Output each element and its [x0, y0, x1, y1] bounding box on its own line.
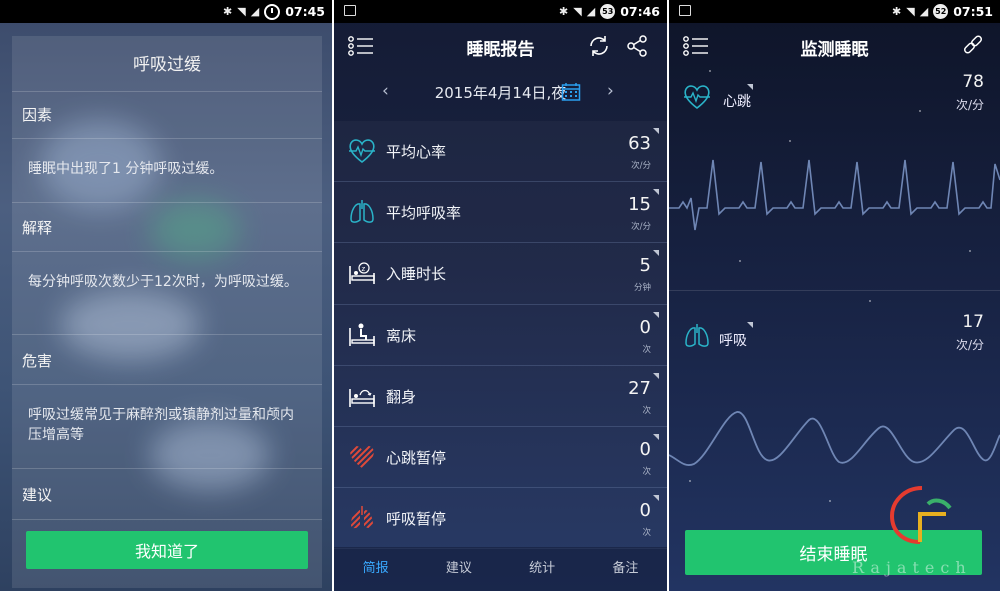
status-time: 07:51: [953, 4, 993, 19]
status-bar: ✱ ◥ ◢ 07:45: [0, 0, 332, 23]
list-item-heart-pause[interactable]: 心跳暂停 0 次: [334, 427, 667, 489]
page-title: 睡眠报告: [466, 40, 535, 60]
bottom-tabs: 简报 建议 统计 备注: [334, 547, 667, 591]
heart-unit: 次/分: [955, 98, 984, 112]
date-selector: ‹ 2015年4月14日,夜 ›: [334, 72, 667, 114]
dialog-title: 呼吸过缓: [133, 55, 201, 75]
bluetooth-icon: ✱: [223, 5, 233, 18]
image-notification-icon: [344, 5, 356, 16]
info-dialog: 呼吸过缓 因素 睡眠中出现了1 分钟呼吸过缓。 解释 每分钟呼吸次数少于12次时…: [12, 36, 322, 588]
section-body-factor: 睡眠中出现了1 分钟呼吸过缓。: [28, 161, 224, 177]
image-notification-icon: [679, 5, 691, 16]
breath-pause-icon: [351, 506, 373, 529]
calendar-icon[interactable]: [561, 82, 581, 102]
page-title: 监测睡眠: [800, 40, 869, 60]
refresh-icon[interactable]: [587, 34, 611, 58]
breath-unit: 次/分: [955, 338, 984, 352]
heartbeat-waveform: [669, 159, 1000, 231]
list-item-sleep-latency[interactable]: z 入睡时长 5 分钟: [334, 243, 667, 305]
app-bar: 睡眠报告: [334, 23, 667, 69]
tab-notes[interactable]: 备注: [584, 547, 667, 591]
battery-badge: 53: [600, 4, 616, 19]
section-heading-factor: 因素: [22, 106, 53, 124]
heart-pause-icon: [350, 445, 374, 468]
wifi-icon: ◥: [906, 5, 915, 18]
app-bar: 监测睡眠: [669, 23, 1000, 69]
heart-value: 78: [962, 72, 984, 92]
breath-value: 17: [962, 312, 984, 332]
bluetooth-icon: ✱: [559, 5, 569, 18]
list-item-breath-pause[interactable]: 呼吸暂停 0 次: [334, 488, 667, 550]
signal-icon: ◢: [919, 5, 929, 18]
section-body-explanation: 每分钟呼吸次数少于12次时，为呼吸过缓。: [28, 274, 298, 290]
lungs-icon: [685, 324, 709, 347]
tab-advice[interactable]: 建议: [417, 547, 500, 591]
sleep-report-screen: ✱ ◥ ◢ 53 07:46 睡眠报告 ‹ 2015年4月14日,夜 › 平均心…: [334, 0, 667, 591]
tab-statistics[interactable]: 统计: [501, 547, 584, 591]
signal-icon: ◢: [250, 5, 260, 18]
bluetooth-icon: ✱: [892, 5, 902, 18]
list-item-turn-over[interactable]: 翻身 27 次: [334, 366, 667, 427]
link-icon[interactable]: [962, 35, 984, 57]
battery-badge: 52: [933, 4, 949, 19]
heart-rate-icon: [684, 85, 710, 110]
wifi-icon: ◥: [573, 5, 582, 18]
leave-bed-icon: [349, 323, 375, 346]
breathing-slow-screen: ✱ ◥ ◢ 07:45 呼吸过缓 因素 睡眠中出现了1 分钟呼吸过缓。 解释 每…: [0, 0, 332, 591]
section-body-harm: 呼吸过缓常见于麻醉剂或镇静剂过量和颅内压增高等: [28, 407, 294, 443]
section-heading-harm: 危害: [22, 352, 53, 370]
status-time: 07:46: [620, 4, 660, 19]
status-time: 07:45: [285, 4, 325, 19]
signal-icon: ◢: [586, 5, 596, 18]
svg-text:z: z: [362, 265, 366, 273]
list-item-avg-heart-rate[interactable]: 平均心率 63 次/分: [334, 121, 667, 183]
report-date: 2015年4月14日,夜: [434, 84, 567, 102]
sleep-bed-icon: z: [349, 262, 375, 285]
section-heading-advice: 建议: [22, 486, 53, 504]
list-item-avg-breath-rate[interactable]: 平均呼吸率 15 次/分: [334, 182, 667, 244]
got-it-button[interactable]: 我知道了: [26, 531, 308, 569]
heart-label: 心跳: [723, 94, 751, 110]
status-bar: ✱ ◥ ◢ 52 07:51: [669, 0, 1000, 23]
breath-label: 呼吸: [719, 333, 747, 349]
list-item-leave-bed[interactable]: 离床 0 次: [334, 305, 667, 366]
share-icon[interactable]: [625, 34, 649, 58]
monitor-sleep-screen: ✱ ◥ ◢ 52 07:51 监测睡眠 心跳 78 次/分 呼吸 17 次/分 …: [669, 0, 1000, 591]
tab-summary[interactable]: 简报: [334, 547, 417, 591]
lungs-icon: [350, 200, 374, 224]
wifi-icon: ◥: [237, 5, 246, 18]
logo-icon: [889, 486, 952, 544]
watermark: Rajatech: [852, 558, 972, 577]
next-date-arrow[interactable]: ›: [607, 81, 614, 101]
heart-rate-icon: [349, 139, 375, 164]
report-list: 平均心率 63 次/分 平均呼吸率 15 次/分 z 入睡时长 5 分钟 离床 …: [334, 121, 667, 550]
status-bar: ✱ ◥ ◢ 53 07:46: [334, 0, 667, 23]
section-heading-explanation: 解释: [22, 219, 53, 237]
turn-over-icon: [349, 388, 375, 407]
alarm-clock-icon: [264, 3, 281, 20]
breathing-waveform: [669, 411, 1000, 466]
